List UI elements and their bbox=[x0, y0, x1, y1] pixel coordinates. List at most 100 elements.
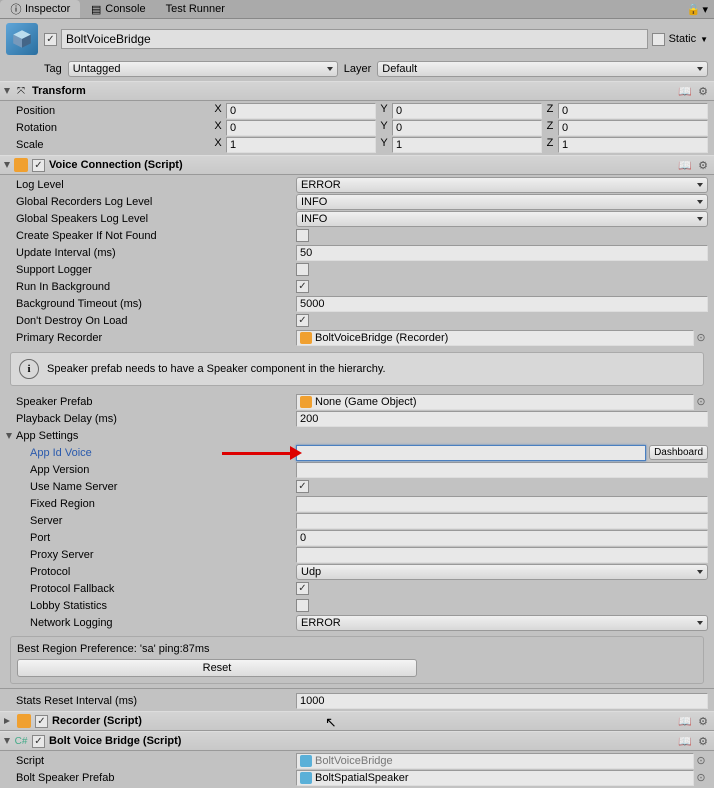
bolt-speaker-prefab-field[interactable]: BoltSpatialSpeaker bbox=[296, 770, 694, 786]
layer-dropdown[interactable]: Default bbox=[377, 61, 708, 77]
rotation-z-input[interactable] bbox=[558, 120, 708, 136]
proxy-server-input[interactable] bbox=[296, 547, 708, 563]
tag-dropdown[interactable]: Untagged bbox=[68, 61, 338, 77]
component-title: Recorder (Script) bbox=[52, 715, 674, 727]
static-label: Static bbox=[669, 33, 697, 45]
gear-icon[interactable]: ⚙ bbox=[696, 158, 710, 172]
gameobject-obj-icon bbox=[300, 396, 312, 408]
gameobject-active-checkbox[interactable] bbox=[44, 33, 57, 46]
update-interval-input[interactable] bbox=[296, 245, 708, 261]
bg-timeout-input[interactable] bbox=[296, 296, 708, 312]
voice-connection-header[interactable]: Voice Connection (Script) 📖 ⚙ bbox=[0, 155, 714, 175]
object-picker-icon[interactable]: ⊙ bbox=[694, 395, 708, 408]
support-logger-checkbox[interactable] bbox=[296, 263, 309, 276]
best-region-text: Best Region Preference: 'sa' ping:87ms bbox=[17, 641, 697, 657]
scale-label: Scale bbox=[6, 139, 212, 151]
console-icon: ▤ bbox=[90, 3, 102, 15]
component-title: Bolt Voice Bridge (Script) bbox=[49, 735, 674, 747]
tab-test-runner[interactable]: Test Runner bbox=[156, 0, 235, 18]
protocol-fallback-label: Protocol Fallback bbox=[6, 583, 296, 595]
playback-delay-input[interactable] bbox=[296, 411, 708, 427]
scale-x-input[interactable] bbox=[226, 137, 376, 153]
app-version-input[interactable] bbox=[296, 462, 708, 478]
log-level-dropdown[interactable]: ERROR bbox=[296, 177, 708, 193]
transform-header[interactable]: ⤧ Transform 📖 ⚙ bbox=[0, 81, 714, 101]
stats-reset-input[interactable] bbox=[296, 693, 708, 709]
gameobject-icon[interactable] bbox=[6, 23, 38, 55]
create-speaker-label: Create Speaker If Not Found bbox=[6, 230, 296, 242]
help-icon[interactable]: 📖 bbox=[678, 84, 692, 98]
component-enable-checkbox[interactable] bbox=[35, 715, 48, 728]
static-dropdown-icon[interactable]: ▼ bbox=[700, 35, 708, 44]
global-spk-log-label: Global Speakers Log Level bbox=[6, 213, 296, 225]
scale-y-input[interactable] bbox=[392, 137, 542, 153]
server-input[interactable] bbox=[296, 513, 708, 529]
script-label: Script bbox=[6, 755, 296, 767]
app-id-voice-input[interactable] bbox=[296, 445, 646, 461]
port-input[interactable] bbox=[296, 530, 708, 546]
dashboard-button[interactable]: Dashboard bbox=[649, 445, 708, 460]
object-picker-icon[interactable]: ⊙ bbox=[694, 331, 708, 344]
bg-timeout-label: Background Timeout (ms) bbox=[6, 298, 296, 310]
help-icon[interactable]: 📖 bbox=[678, 158, 692, 172]
static-checkbox[interactable] bbox=[652, 33, 665, 46]
tab-options[interactable]: 🔒▾ bbox=[681, 1, 714, 18]
lobby-stats-checkbox[interactable] bbox=[296, 599, 309, 612]
lobby-stats-label: Lobby Statistics bbox=[6, 600, 296, 612]
network-logging-dropdown[interactable]: ERROR bbox=[296, 615, 708, 631]
primary-recorder-label: Primary Recorder bbox=[6, 332, 296, 344]
run-bg-checkbox[interactable] bbox=[296, 280, 309, 293]
position-z-input[interactable] bbox=[558, 103, 708, 119]
use-name-server-label: Use Name Server bbox=[6, 481, 296, 493]
help-icon[interactable]: 📖 bbox=[678, 734, 692, 748]
protocol-fallback-checkbox[interactable] bbox=[296, 582, 309, 595]
tab-inspector[interactable]: ⓘInspector bbox=[0, 0, 80, 18]
bolt-voice-bridge-header[interactable]: C# Bolt Voice Bridge (Script) 📖 ⚙ bbox=[0, 731, 714, 751]
use-name-server-checkbox[interactable] bbox=[296, 480, 309, 493]
app-id-voice-label[interactable]: App Id Voice bbox=[6, 447, 296, 459]
reset-button[interactable]: Reset bbox=[17, 659, 417, 677]
position-x-input[interactable] bbox=[226, 103, 376, 119]
object-picker-icon[interactable]: ⊙ bbox=[694, 771, 708, 784]
fixed-region-input[interactable] bbox=[296, 496, 708, 512]
speaker-prefab-label: Speaker Prefab bbox=[6, 396, 296, 408]
app-settings-label[interactable]: App Settings bbox=[14, 430, 304, 442]
rotation-label: Rotation bbox=[6, 122, 212, 134]
primary-recorder-field[interactable]: BoltVoiceBridge (Recorder) bbox=[296, 330, 694, 346]
gear-icon[interactable]: ⚙ bbox=[696, 714, 710, 728]
global-spk-log-dropdown[interactable]: INFO bbox=[296, 211, 708, 227]
tag-layer-row: Tag Untagged Layer Default bbox=[0, 59, 714, 81]
gameobject-name-input[interactable] bbox=[61, 29, 648, 49]
script-obj-icon bbox=[300, 755, 312, 767]
rotation-x-input[interactable] bbox=[226, 120, 376, 136]
position-label: Position bbox=[6, 105, 212, 117]
component-enable-checkbox[interactable] bbox=[32, 735, 45, 748]
prefab-obj-icon bbox=[300, 772, 312, 784]
recorder-header[interactable]: Recorder (Script) ↖ 📖 ⚙ bbox=[0, 711, 714, 731]
component-enable-checkbox[interactable] bbox=[32, 159, 45, 172]
rotation-y-input[interactable] bbox=[392, 120, 542, 136]
gameobject-header: Static ▼ bbox=[0, 19, 714, 59]
playback-delay-label: Playback Delay (ms) bbox=[6, 413, 296, 425]
object-picker-icon[interactable]: ⊙ bbox=[694, 754, 708, 767]
tab-console[interactable]: ▤Console bbox=[80, 0, 155, 18]
foldout-icon[interactable] bbox=[6, 433, 12, 439]
layer-label: Layer bbox=[344, 63, 372, 75]
bolt-speaker-prefab-label: Bolt Speaker Prefab bbox=[6, 772, 296, 784]
stats-reset-label: Stats Reset Interval (ms) bbox=[6, 695, 296, 707]
help-icon[interactable]: 📖 bbox=[678, 714, 692, 728]
script-field: BoltVoiceBridge bbox=[296, 753, 694, 769]
gear-icon[interactable]: ⚙ bbox=[696, 734, 710, 748]
foldout-icon bbox=[4, 162, 10, 168]
gear-icon[interactable]: ⚙ bbox=[696, 84, 710, 98]
dont-destroy-checkbox[interactable] bbox=[296, 314, 309, 327]
create-speaker-checkbox[interactable] bbox=[296, 229, 309, 242]
position-y-input[interactable] bbox=[392, 103, 542, 119]
speaker-prefab-field[interactable]: None (Game Object) bbox=[296, 394, 694, 410]
app-version-label: App Version bbox=[6, 464, 296, 476]
info-icon: i bbox=[19, 359, 39, 379]
protocol-dropdown[interactable]: Udp bbox=[296, 564, 708, 580]
global-rec-log-dropdown[interactable]: INFO bbox=[296, 194, 708, 210]
proxy-server-label: Proxy Server bbox=[6, 549, 296, 561]
scale-z-input[interactable] bbox=[558, 137, 708, 153]
